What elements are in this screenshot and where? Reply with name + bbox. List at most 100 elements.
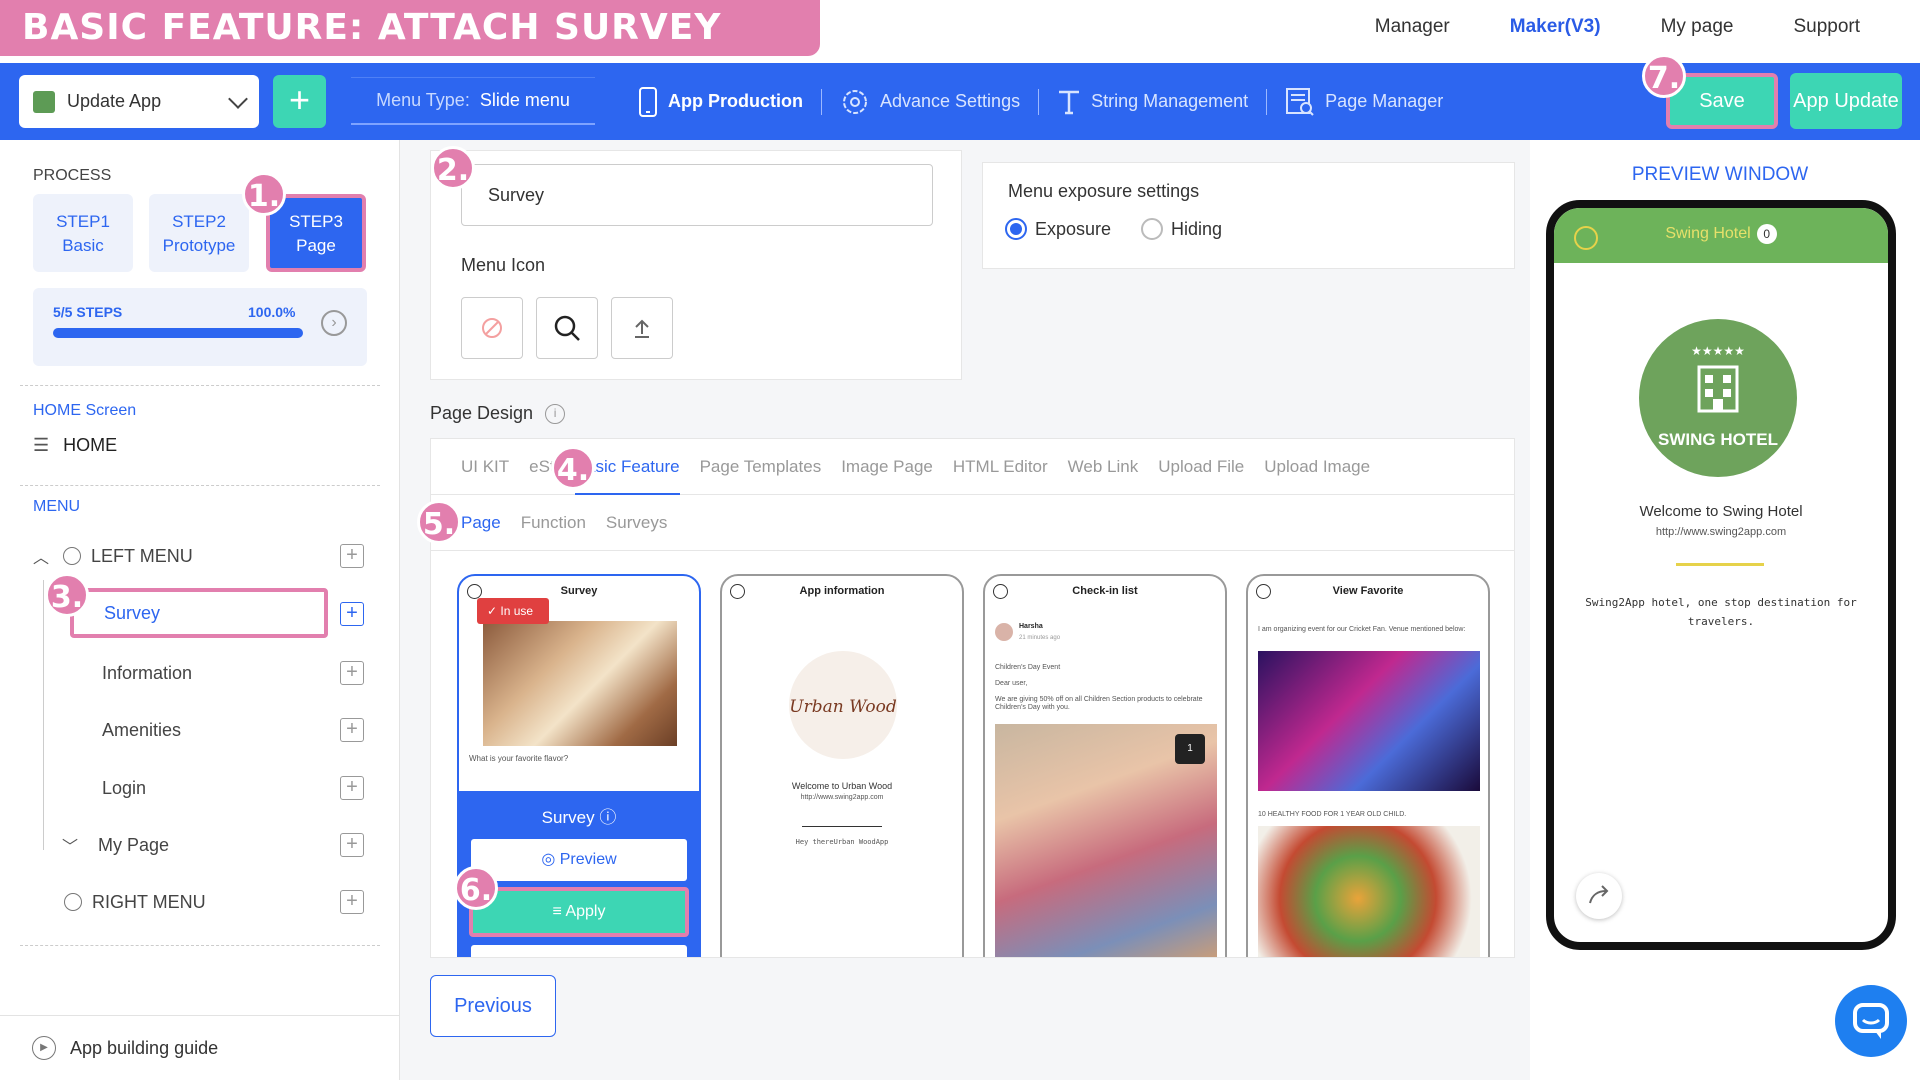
step1-button[interactable]: STEP1 Basic (33, 194, 133, 272)
search-icon-option[interactable] (536, 297, 598, 359)
phone-icon (639, 86, 657, 117)
subtab-surveys[interactable]: Surveys (606, 513, 667, 533)
tab-ui-kit[interactable]: UI KIT (461, 439, 509, 495)
tab-html-editor[interactable]: HTML Editor (953, 439, 1048, 495)
sub-tabs: Page Function Surveys (431, 495, 1514, 551)
home-item[interactable]: ☰ HOME (0, 422, 400, 468)
upload-icon-option[interactable] (611, 297, 673, 359)
menu-type-tab[interactable]: Menu Type: Slide menu (351, 77, 595, 125)
add-information-icon[interactable]: + (340, 661, 364, 685)
upload-icon (635, 319, 649, 338)
ice-cream-image (483, 621, 677, 746)
template-check-in-list[interactable]: Check-in list Harsha 21 minutes ago Chil… (983, 574, 1227, 957)
eye-icon: ◎ (541, 851, 556, 868)
menu-item-survey[interactable]: Survey (70, 588, 328, 638)
marker-1: 1. (242, 172, 286, 216)
tab-image-page[interactable]: Image Page (841, 439, 933, 495)
text-icon (1059, 90, 1080, 114)
page-name-input[interactable]: Survey (461, 164, 933, 226)
template-view-favorite[interactable]: View Favorite I am organizing event for … (1246, 574, 1490, 957)
tab-page-templates[interactable]: Page Templates (700, 439, 822, 495)
marker-5: 5. (417, 500, 461, 544)
info-icon: ⓘ (599, 808, 617, 827)
tab-string-management[interactable]: String Management (1039, 89, 1266, 115)
app-icon (33, 90, 55, 113)
tab-advance-settings[interactable]: Advance Settings (822, 87, 1038, 117)
main-toolbar: Update App + Menu Type: Slide menu App P… (0, 63, 1920, 140)
chevron-up-icon: ︿ (33, 550, 50, 567)
add-right-menu-icon[interactable]: + (340, 890, 364, 914)
tutorial-banner: BASIC FEATURE: ATTACH SURVEY FEATURE (0, 0, 820, 104)
chevron-down-icon (228, 88, 248, 109)
progress-label: 5/5 STEPS (53, 304, 123, 320)
menu-item-my-page[interactable]: ﹀ My Page + (0, 822, 400, 868)
add-survey-icon[interactable]: + (340, 602, 364, 626)
add-amenities-icon[interactable]: + (340, 718, 364, 742)
hiding-radio[interactable]: Hiding (1141, 218, 1222, 240)
update-app-select[interactable]: Update App (19, 75, 259, 128)
previous-button[interactable]: Previous (430, 975, 556, 1037)
preview-button[interactable]: ◎ Preview (471, 839, 687, 881)
nav-maker[interactable]: Maker(V3) (1510, 16, 1601, 38)
template-app-information[interactable]: App information Urban Wood Welcome to Ur… (720, 574, 964, 957)
menu-exposure-card: Menu exposure settings Exposure Hiding (982, 162, 1515, 269)
menu-item-login[interactable]: Login + (0, 765, 400, 811)
apply-button[interactable]: ≡ Apply (469, 887, 689, 937)
marker-4: 4. (551, 446, 595, 490)
left-menu-group[interactable]: ︿ LEFT MENU + (0, 533, 400, 579)
menu-item-information[interactable]: Information + (0, 650, 400, 696)
add-login-icon[interactable]: + (340, 776, 364, 800)
more-button[interactable] (471, 945, 687, 957)
marker-2: 2. (431, 146, 475, 190)
preview-panel: PREVIEW WINDOW Swing Hotel 0 ★★★★★ SWING … (1530, 140, 1920, 1080)
tab-upload-image[interactable]: Upload Image (1264, 439, 1370, 495)
salad-photo (1258, 826, 1480, 957)
page-design-card: UI KIT eSt Basic Feature Page Templates … (430, 438, 1515, 958)
gear-icon (842, 89, 867, 114)
right-menu-group[interactable]: RIGHT MENU + (0, 879, 400, 925)
tab-app-production[interactable]: App Production (620, 86, 821, 117)
marker-6: 6. (454, 866, 498, 910)
progress-box: 5/5 STEPS 100.0% › (33, 288, 367, 366)
menu-label: MENU (33, 498, 81, 515)
phone-header: Swing Hotel 0 (1554, 208, 1888, 263)
menu-item-amenities[interactable]: Amenities + (0, 707, 400, 753)
progress-percent: 100.0% (248, 304, 296, 320)
top-bar: BASIC FEATURE: ATTACH SURVEY FEATURE Man… (0, 0, 1920, 104)
exposure-title: Menu exposure settings (1008, 181, 1200, 201)
template-overlay: Survey ⓘ ◎ Preview ≡ Apply (459, 791, 699, 957)
hotel-building-icon: ★★★★★ (1691, 344, 1745, 413)
urban-wood-logo: Urban Wood (789, 651, 897, 759)
progress-fill (53, 328, 303, 338)
subtab-page[interactable]: Page (461, 513, 501, 533)
tab-upload-file[interactable]: Upload File (1158, 439, 1244, 495)
add-menu-icon[interactable]: + (340, 544, 364, 568)
tab-page-manager[interactable]: Page Manager (1267, 87, 1461, 117)
nav-manager[interactable]: Manager (1375, 16, 1450, 38)
no-icon-option[interactable] (461, 297, 523, 359)
chat-bubble-icon[interactable] (1835, 985, 1907, 1057)
app-building-guide[interactable]: ▶ App building guide (0, 1015, 400, 1080)
info-icon[interactable]: i (545, 403, 566, 424)
share-icon[interactable] (1576, 873, 1622, 919)
page-design-label: Page Design i (430, 403, 566, 424)
list-check-icon: ≡ (552, 903, 562, 920)
nav-my-page[interactable]: My page (1661, 16, 1734, 38)
divider (1676, 563, 1764, 566)
marker-3: 3. (45, 573, 89, 617)
concert-photo (1258, 651, 1480, 791)
subtab-function[interactable]: Function (521, 513, 586, 533)
step2-button[interactable]: STEP2 Prototype (149, 194, 249, 272)
top-nav: Manager Maker(V3) My page Support (1315, 16, 1860, 38)
add-button[interactable]: + (273, 75, 326, 128)
chevron-right-icon[interactable]: › (321, 310, 347, 336)
exposure-radio[interactable]: Exposure (1005, 218, 1111, 240)
add-my-page-icon[interactable]: + (340, 833, 364, 857)
marker-7: 7. (1642, 54, 1686, 98)
notification-badge: 0 (1756, 224, 1777, 244)
app-update-button[interactable]: App Update (1790, 73, 1902, 129)
in-use-badge: ✓ In use (477, 598, 549, 624)
nav-support[interactable]: Support (1793, 16, 1860, 38)
list-circle-icon (64, 893, 82, 911)
tab-web-link[interactable]: Web Link (1068, 439, 1139, 495)
